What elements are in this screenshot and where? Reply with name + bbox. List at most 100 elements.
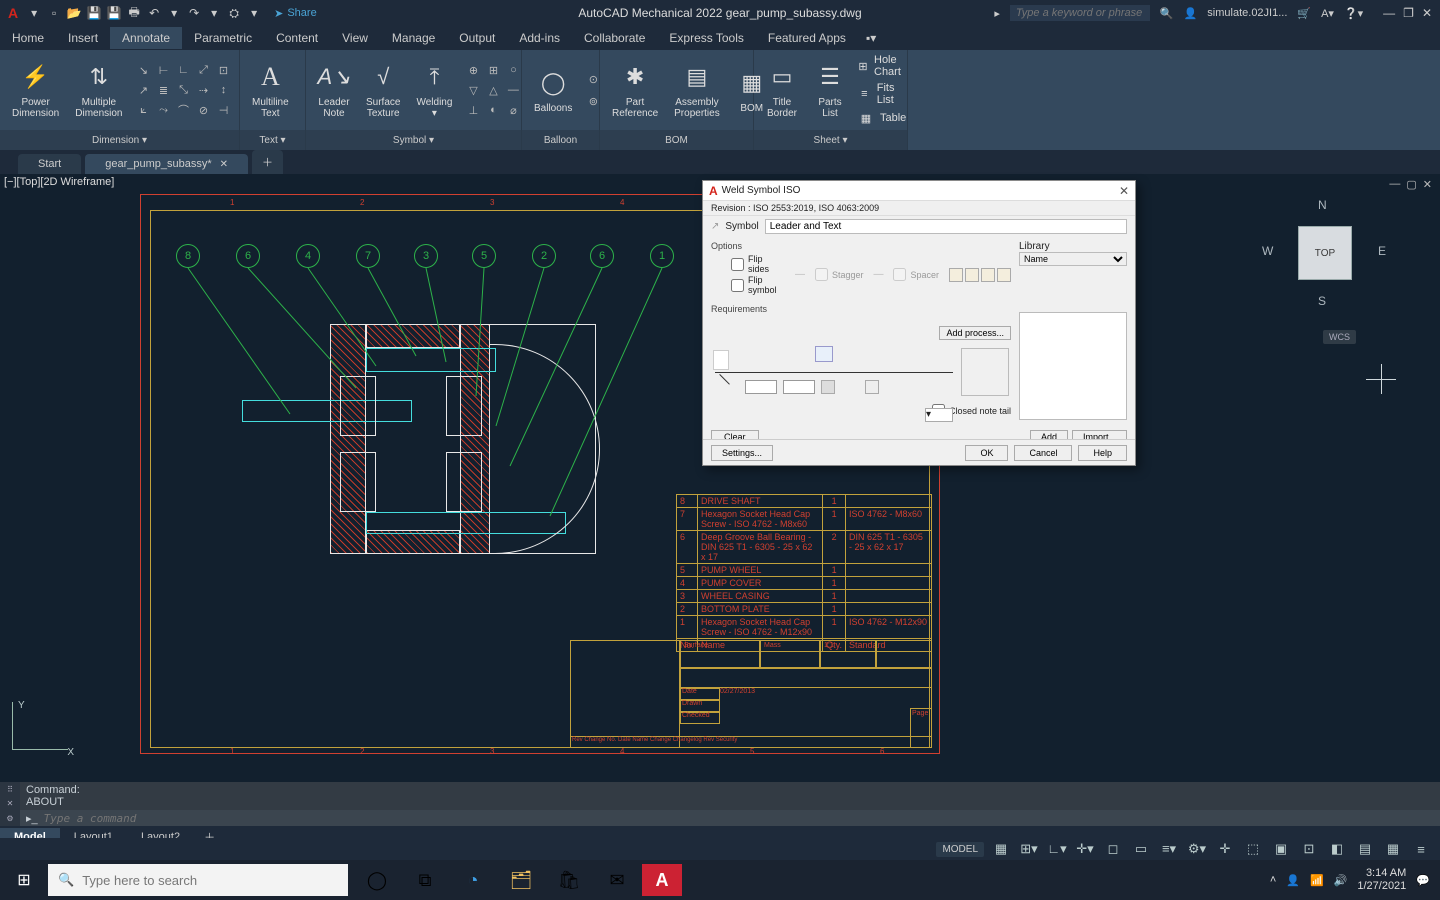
tab-express[interactable]: Express Tools — [657, 27, 755, 49]
table-button[interactable]: ▦Table — [858, 110, 907, 126]
power-dimension-button[interactable]: ⚡Power Dimension — [8, 57, 63, 123]
id-icon-2[interactable] — [965, 268, 979, 282]
cli-close-icon[interactable]: ✕ — [7, 799, 14, 808]
surface-texture-button[interactable]: √Surface Texture — [362, 57, 404, 123]
leader-note-button[interactable]: A↘Leader Note — [314, 57, 354, 123]
library-select[interactable]: Name — [1019, 252, 1127, 266]
status-menu-icon[interactable]: ≡ — [1410, 838, 1432, 860]
workspace-icon[interactable]: ⛭ — [226, 5, 242, 21]
mail-icon[interactable]: ✉ — [594, 860, 640, 900]
wifi-icon[interactable]: 📶 — [1310, 874, 1324, 887]
plus-icon[interactable]: ✛ — [1214, 838, 1236, 860]
ok-button[interactable]: OK — [965, 445, 1008, 461]
tab-insert[interactable]: Insert — [56, 27, 110, 49]
system-clock[interactable]: 3:14 AM 1/27/2021 — [1357, 867, 1406, 893]
hole-chart-button[interactable]: ⊞Hole Chart — [858, 54, 907, 78]
help-button[interactable]: Help — [1078, 445, 1127, 461]
weld-field-1[interactable] — [745, 380, 777, 394]
cli-config-icon[interactable]: ⚙ — [6, 814, 13, 823]
sym-icon-1[interactable]: ⊕ — [464, 61, 482, 79]
store-icon[interactable]: 🛍 — [546, 860, 592, 900]
sym-icon-6[interactable]: — — [504, 81, 522, 99]
undo-dd-icon[interactable]: ▾ — [166, 5, 182, 21]
dim-icon-11[interactable]: ⟀ — [135, 101, 153, 119]
viewcube[interactable]: N S E W TOP — [1270, 198, 1380, 308]
sym-icon-2[interactable]: ⊞ — [484, 61, 502, 79]
workspace-icon[interactable]: ⊡ — [1298, 838, 1320, 860]
gear-icon[interactable]: ⚙▾ — [1186, 838, 1208, 860]
dim-icon-1[interactable]: ↘ — [135, 61, 153, 79]
ribbon-panel-icon[interactable]: ▪▾ — [866, 31, 876, 45]
annomon-icon[interactable]: ◧ — [1326, 838, 1348, 860]
dim-icon-3[interactable]: ∟ — [175, 61, 193, 79]
redo-dd-icon[interactable]: ▾ — [206, 5, 222, 21]
ortho-icon[interactable]: ∟▾ — [1046, 838, 1068, 860]
grid-icon[interactable]: ▦ — [990, 838, 1012, 860]
sym-icon-4[interactable]: ▽ — [464, 81, 482, 99]
viewcube-w[interactable]: W — [1262, 244, 1273, 258]
doctab-add[interactable]: ＋ — [252, 150, 283, 174]
library-list[interactable] — [1019, 312, 1127, 420]
tab-annotate[interactable]: Annotate — [110, 27, 182, 49]
minimize-button[interactable]: — — [1383, 6, 1395, 20]
dim-icon-6[interactable]: ↗ — [135, 81, 153, 99]
units-icon[interactable]: ▤ — [1354, 838, 1376, 860]
new-icon[interactable]: ▫ — [46, 5, 62, 21]
flip-sides-checkbox[interactable]: Flip sides — [731, 254, 785, 274]
id-icon-4[interactable] — [997, 268, 1011, 282]
title-border-button[interactable]: ▭Title Border — [762, 57, 802, 123]
id-icon-3[interactable] — [981, 268, 995, 282]
tab-collaborate[interactable]: Collaborate — [572, 27, 657, 49]
dim-icon-8[interactable]: ⤡ — [175, 81, 193, 99]
save-icon[interactable]: 💾 — [86, 5, 102, 21]
people-icon[interactable]: 👤 — [1286, 874, 1300, 887]
parts-list-button[interactable]: ☰Parts List — [810, 57, 850, 123]
dim-icon-14[interactable]: ⊘ — [195, 101, 213, 119]
notifications-icon[interactable]: 💬 — [1416, 874, 1430, 887]
vp-maximize-icon[interactable]: ▢ — [1406, 178, 1416, 191]
panel-title-sheet[interactable]: Sheet ▾ — [754, 130, 907, 150]
finish-dropdown[interactable]: ▾ — [925, 408, 953, 422]
dim-icon-2[interactable]: ⊢ — [155, 61, 173, 79]
balloons-button[interactable]: ◯Balloons — [530, 63, 576, 118]
quickprops-icon[interactable]: ▦ — [1382, 838, 1404, 860]
modelspace-button[interactable]: MODEL — [936, 842, 984, 857]
viewcube-top[interactable]: TOP — [1298, 226, 1352, 280]
panel-title-dimension[interactable]: Dimension ▾ — [0, 130, 239, 150]
search-icon[interactable]: 🔍 — [1160, 7, 1174, 20]
vp-minimize-icon[interactable]: — — [1389, 178, 1400, 191]
start-button[interactable]: ⊞ — [0, 860, 48, 900]
doctab-active[interactable]: gear_pump_subassy*✕ — [85, 154, 248, 174]
weld-symbol-box[interactable] — [821, 380, 835, 394]
user-name[interactable]: simulate.02JI1... — [1207, 7, 1287, 19]
arrow-side-icon[interactable] — [713, 350, 729, 370]
dim-icon-12[interactable]: ⤳ — [155, 101, 173, 119]
panel-title-symbol[interactable]: Symbol ▾ — [306, 130, 521, 150]
cortana-icon[interactable]: ◯ — [354, 860, 400, 900]
part-reference-button[interactable]: ✱Part Reference — [608, 57, 662, 123]
app-store-icon[interactable]: A▾ — [1321, 7, 1334, 20]
tray-chevron-icon[interactable]: ˄ — [1270, 874, 1276, 886]
tab-output[interactable]: Output — [447, 27, 507, 49]
sym-icon-7[interactable]: ⊥ — [464, 101, 482, 119]
qat-dd-icon[interactable]: ▾ — [246, 5, 262, 21]
taskbar-search[interactable]: 🔍 Type here to search — [48, 864, 348, 896]
close-tab-icon[interactable]: ✕ — [220, 159, 228, 170]
dim-icon-5[interactable]: ⊡ — [215, 61, 233, 79]
cli-grip-icon[interactable]: ⠿ — [7, 785, 13, 794]
assembly-properties-button[interactable]: ▤Assembly Properties — [670, 57, 724, 123]
annoscale-icon[interactable]: ▣ — [1270, 838, 1292, 860]
dim-icon-15[interactable]: ⊣ — [215, 101, 233, 119]
autodesk-play-icon[interactable]: ▸ — [994, 7, 1000, 20]
cancel-button[interactable]: Cancel — [1014, 445, 1072, 461]
flip-symbol-checkbox[interactable]: Flip symbol — [731, 275, 785, 295]
help-search-input[interactable] — [1010, 5, 1150, 21]
symbol-input[interactable] — [765, 219, 1127, 234]
weld-symbol-box-2[interactable] — [865, 380, 879, 394]
menu-dropdown-icon[interactable]: ▾ — [26, 5, 42, 21]
autocad-taskbar-icon[interactable]: A — [642, 864, 682, 896]
dim-icon-10[interactable]: ↕ — [215, 81, 233, 99]
plot-icon[interactable]: 🖶 — [126, 5, 142, 21]
spacer-checkbox[interactable]: Spacer — [893, 268, 939, 281]
doctab-start[interactable]: Start — [18, 154, 81, 174]
